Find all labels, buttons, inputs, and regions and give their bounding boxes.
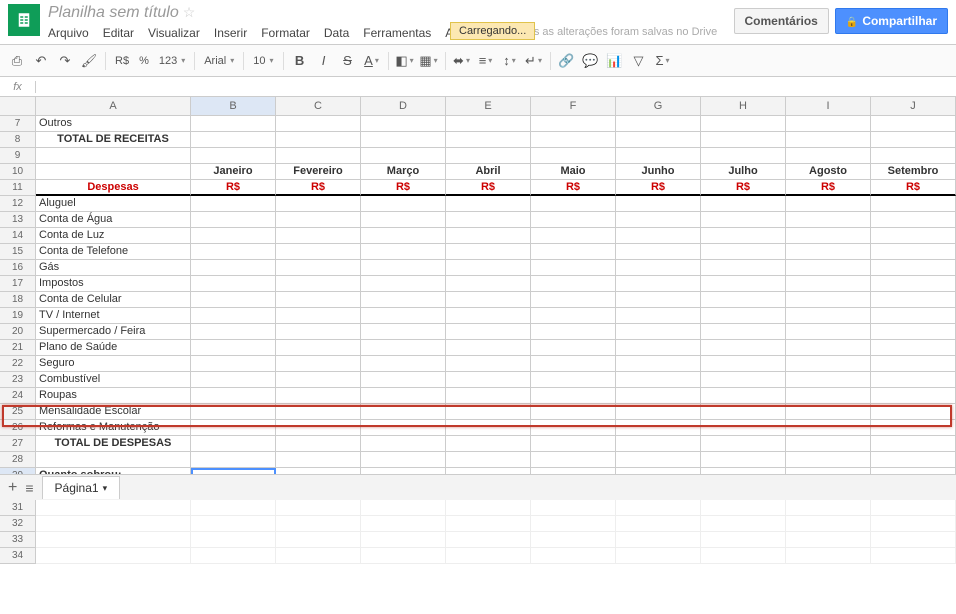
menu-editar[interactable]: Editar	[103, 26, 134, 40]
insert-link-icon[interactable]: 🔗	[556, 50, 578, 72]
insert-chart-icon[interactable]: 📊	[604, 50, 626, 72]
currency-format[interactable]: R$	[111, 55, 133, 67]
merge-icon[interactable]: ⬌	[451, 50, 473, 72]
col-header-e[interactable]: E	[446, 97, 531, 115]
halign-icon[interactable]: ≡	[475, 50, 497, 72]
menu-inserir[interactable]: Inserir	[214, 26, 247, 40]
number-format[interactable]: 123	[155, 55, 189, 67]
col-header-i[interactable]: I	[786, 97, 871, 115]
print-icon[interactable]: ⎙	[6, 50, 28, 72]
menu-data[interactable]: Data	[324, 26, 349, 40]
row-header[interactable]: 7	[0, 116, 36, 132]
share-button[interactable]: Compartilhar	[835, 8, 948, 34]
redo-icon[interactable]: ↷	[54, 50, 76, 72]
font-size[interactable]: 10	[249, 55, 277, 67]
text-color-icon[interactable]: A	[361, 50, 383, 72]
menu-ferramentas[interactable]: Ferramentas	[363, 26, 431, 40]
col-header-j[interactable]: J	[871, 97, 956, 115]
star-icon[interactable]: ☆	[183, 4, 196, 20]
add-sheet-icon[interactable]: +	[8, 479, 17, 497]
all-sheets-icon[interactable]: ≡	[25, 480, 33, 496]
strike-icon[interactable]: S	[337, 50, 359, 72]
loading-badge: Carregando...	[450, 22, 535, 40]
fill-color-icon[interactable]: ◧	[394, 50, 416, 72]
sheets-logo[interactable]	[8, 4, 40, 36]
wrap-icon[interactable]: ↵	[523, 50, 545, 72]
bold-icon[interactable]: B	[289, 50, 311, 72]
fx-label: fx	[0, 81, 36, 93]
borders-icon[interactable]: ▦	[418, 50, 440, 72]
col-header-c[interactable]: C	[276, 97, 361, 115]
filter-icon[interactable]: ▽	[628, 50, 650, 72]
select-all-corner[interactable]	[0, 97, 36, 115]
cell[interactable]: Outros	[36, 116, 191, 132]
menu-bar: Arquivo Editar Visualizar Inserir Format…	[48, 22, 734, 44]
col-header-d[interactable]: D	[361, 97, 446, 115]
valign-icon[interactable]: ↕	[499, 50, 521, 72]
col-header-g[interactable]: G	[616, 97, 701, 115]
col-header-h[interactable]: H	[701, 97, 786, 115]
doc-title[interactable]: Planilha sem título	[48, 2, 179, 23]
toolbar: ⎙ ↶ ↷ 🖌 R$ % 123 Arial 10 B I S A ◧ ▦ ⬌ …	[0, 45, 956, 77]
paint-format-icon[interactable]: 🖌	[78, 50, 100, 72]
undo-icon[interactable]: ↶	[30, 50, 52, 72]
percent-format[interactable]: %	[135, 55, 153, 67]
menu-formatar[interactable]: Formatar	[261, 26, 310, 40]
col-header-a[interactable]: A	[36, 97, 191, 115]
italic-icon[interactable]: I	[313, 50, 335, 72]
comments-button[interactable]: Comentários	[734, 8, 829, 34]
drive-status: Todas as alterações foram salvas no Driv…	[510, 26, 717, 40]
sheet-tab[interactable]: Página1▾	[42, 476, 121, 499]
col-header-f[interactable]: F	[531, 97, 616, 115]
chevron-down-icon[interactable]: ▾	[103, 483, 108, 494]
menu-arquivo[interactable]: Arquivo	[48, 26, 89, 40]
cell[interactable]: TOTAL DE RECEITAS	[36, 132, 191, 148]
insert-comment-icon[interactable]: 💬	[580, 50, 602, 72]
sheet-tabs: + ≡ Página1▾	[0, 474, 956, 500]
functions-icon[interactable]: Σ	[652, 50, 674, 72]
menu-visualizar[interactable]: Visualizar	[148, 26, 200, 40]
formula-bar: fx	[0, 77, 956, 97]
app-header: Planilha sem título☆ Arquivo Editar Visu…	[0, 0, 956, 45]
font-select[interactable]: Arial	[200, 55, 238, 67]
col-header-b[interactable]: B	[191, 97, 276, 115]
